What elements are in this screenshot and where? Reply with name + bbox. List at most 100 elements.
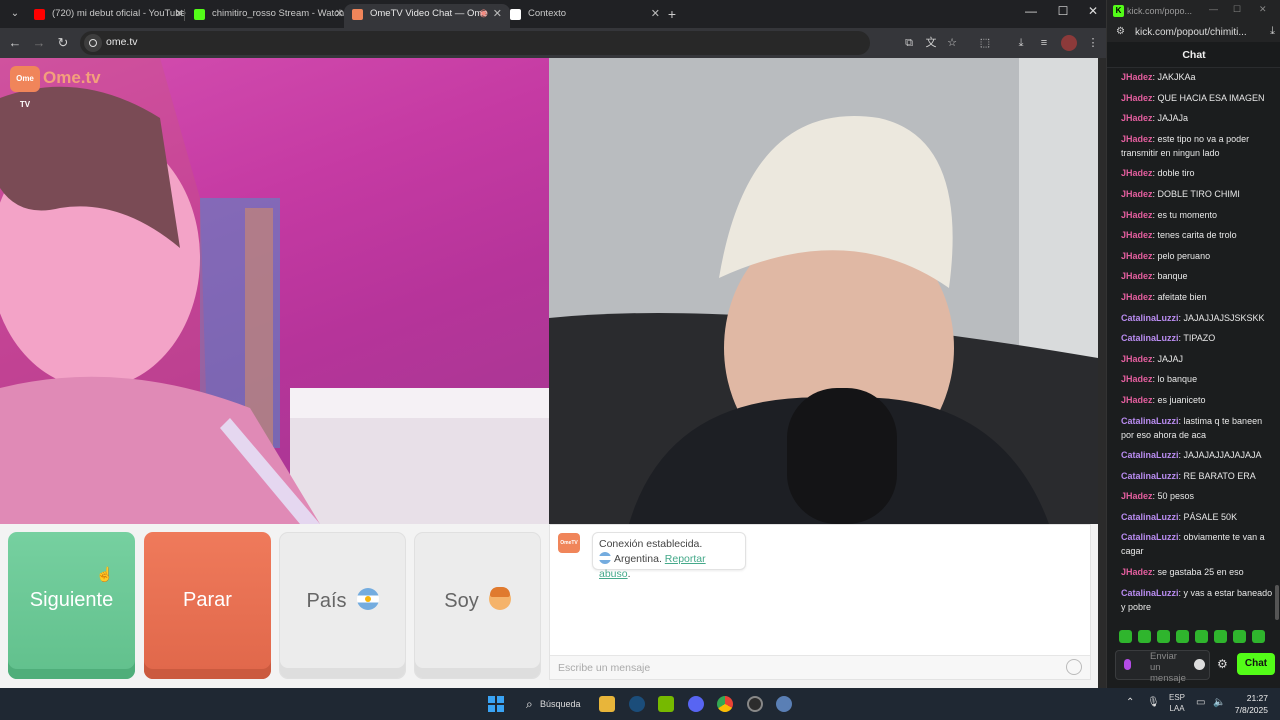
tab-kick-stream[interactable]: chimitiro_rosso Stream - Watch ✕ — [186, 4, 352, 28]
chat-username[interactable]: CatalinaLuzzi — [1121, 532, 1179, 542]
menu-icon[interactable]: ⋮ — [1085, 35, 1101, 51]
close-tab-icon[interactable]: ✕ — [335, 4, 344, 24]
chat-username[interactable]: CatalinaLuzzi — [1121, 588, 1179, 598]
reload-icon[interactable]: ↻ — [54, 34, 72, 52]
mic-icon[interactable] — [1124, 659, 1131, 670]
emote-icon[interactable] — [1176, 630, 1189, 643]
close-tab-icon[interactable]: ✕ — [493, 4, 502, 24]
chat-username[interactable]: CatalinaLuzzi — [1121, 512, 1179, 522]
emote-icon[interactable] — [1195, 630, 1208, 643]
download-icon[interactable]: ⤓ — [1013, 35, 1029, 51]
bookmark-star-icon[interactable]: ☆ — [944, 35, 960, 51]
chat-username[interactable]: JHadez — [1121, 93, 1153, 103]
chrome-icon[interactable] — [717, 696, 733, 712]
chat-message: CatalinaLuzzi: JAJAJJAJSJSKSKK — [1121, 311, 1273, 325]
chat-username[interactable]: JHadez — [1121, 354, 1153, 364]
close-window-icon[interactable]: ✕ — [1078, 4, 1108, 18]
logo-badge: Ome TV — [10, 66, 40, 109]
obs-icon[interactable] — [747, 696, 763, 712]
site-info-icon[interactable] — [84, 34, 102, 52]
chat-username[interactable]: JHadez — [1121, 134, 1153, 144]
chat-settings-icon[interactable]: ⚙ — [1217, 657, 1228, 671]
discord-icon[interactable] — [688, 696, 704, 712]
chat-username[interactable]: JHadez — [1121, 395, 1153, 405]
chat-message: CatalinaLuzzi: y vas a estar baneado y p… — [1121, 586, 1273, 614]
tab-youtube[interactable]: (720) mi debut oficial - YouTube ✕ — [26, 4, 192, 28]
stop-button[interactable]: Parar — [144, 532, 271, 679]
volume-icon[interactable]: 🔈 — [1213, 697, 1225, 708]
tab-search-icon[interactable]: ⌄ — [6, 5, 24, 23]
chat-text: JAJAJ — [1157, 353, 1184, 364]
close-tab-icon[interactable]: ✕ — [175, 4, 184, 24]
chat-username[interactable]: JHadez — [1121, 292, 1153, 302]
maximize-icon[interactable]: ☐ — [1233, 4, 1241, 15]
tab-ometv[interactable]: OmeTV Video Chat — Ome ◉ ✕ — [344, 4, 510, 28]
close-tab-icon[interactable]: ✕ — [651, 4, 660, 24]
windows-start-icon[interactable] — [488, 696, 504, 712]
input-language[interactable]: ESP LAA — [1169, 692, 1185, 714]
new-tab-icon[interactable]: + — [664, 5, 680, 23]
country-button[interactable]: País — [279, 532, 406, 679]
chat-username[interactable]: CatalinaLuzzi — [1121, 333, 1179, 343]
chat-username[interactable]: JHadez — [1121, 210, 1153, 220]
chat-input[interactable]: Enviar un mensaje — [1115, 650, 1210, 684]
partner-video: Ome TV Ome.tv — [0, 58, 549, 524]
file-explorer-icon[interactable] — [599, 696, 615, 712]
emoji-icon[interactable] — [1066, 659, 1082, 675]
gender-button[interactable]: Soy — [414, 532, 541, 679]
chat-send-button[interactable]: Chat — [1237, 653, 1275, 675]
emote-icon[interactable] — [1252, 630, 1265, 643]
chat-username[interactable]: JHadez — [1121, 72, 1153, 82]
maximize-icon[interactable]: ☐ — [1048, 4, 1078, 18]
tab-contexto[interactable]: Contexto ✕ — [502, 4, 668, 28]
address-bar[interactable]: ome.tv — [80, 31, 870, 55]
chat-username[interactable]: JHadez — [1121, 567, 1153, 577]
chat-username[interactable]: JHadez — [1121, 189, 1153, 199]
emote-icon[interactable] — [1119, 630, 1132, 643]
network-icon[interactable]: ▭ — [1196, 697, 1205, 708]
url-text[interactable]: ome.tv — [106, 36, 138, 48]
settings-gear-icon[interactable] — [776, 696, 792, 712]
chat-username[interactable]: JHadez — [1121, 374, 1153, 384]
chat-header: Chat — [1107, 42, 1280, 68]
chat-username[interactable]: JHadez — [1121, 168, 1153, 178]
profile-avatar-icon[interactable] — [1061, 35, 1077, 51]
system-clock[interactable]: 21:27 7/8/2025 — [1228, 692, 1268, 716]
forward-icon[interactable]: → — [30, 34, 48, 52]
message-input[interactable]: Escribe un mensaje — [550, 655, 1090, 679]
chat-username[interactable]: CatalinaLuzzi — [1121, 471, 1179, 481]
close-window-icon[interactable]: ✕ — [1259, 4, 1267, 15]
back-icon[interactable]: ← — [6, 34, 24, 52]
minimize-icon[interactable]: — — [1016, 4, 1046, 18]
steam-icon[interactable] — [629, 696, 645, 712]
emote-icon[interactable] — [1214, 630, 1227, 643]
media-control-icon[interactable]: ≡ — [1036, 35, 1052, 51]
chat-username[interactable]: JHadez — [1121, 271, 1153, 281]
chat-username[interactable]: CatalinaLuzzi — [1121, 450, 1179, 460]
nvidia-icon[interactable] — [658, 696, 674, 712]
translate-icon[interactable]: 文 — [923, 35, 939, 51]
chat-username[interactable]: JHadez — [1121, 230, 1153, 240]
download-icon[interactable]: ⤓ — [1270, 25, 1275, 38]
page-scrollbar[interactable] — [1098, 58, 1106, 688]
microphone-icon[interactable]: 🎙 — [1147, 697, 1160, 708]
chat-username[interactable]: JHadez — [1121, 251, 1153, 261]
chat-username[interactable]: CatalinaLuzzi — [1121, 416, 1179, 426]
emote-icon[interactable] — [1157, 630, 1170, 643]
minimize-icon[interactable]: — — [1209, 4, 1218, 14]
taskbar-search[interactable]: Búsqueda — [520, 695, 584, 713]
emoji-icon[interactable] — [1194, 659, 1205, 670]
kick-favicon-icon — [194, 9, 205, 20]
cast-icon[interactable]: ⧉ — [901, 35, 917, 51]
site-settings-icon[interactable]: ⚙ — [1116, 26, 1125, 37]
show-hidden-icons-icon[interactable]: ⌃ — [1126, 697, 1134, 708]
chat-username[interactable]: JHadez — [1121, 491, 1153, 501]
chat-message: CatalinaLuzzi: JAJAJAJJAJAJAJA — [1121, 448, 1273, 462]
emote-icon[interactable] — [1138, 630, 1151, 643]
chat-username[interactable]: CatalinaLuzzi — [1121, 313, 1179, 323]
next-button[interactable]: Siguiente — [8, 532, 135, 679]
chat-scrollbar[interactable] — [1275, 70, 1280, 620]
extensions-icon[interactable]: ⬚ — [977, 35, 993, 51]
emote-icon[interactable] — [1233, 630, 1246, 643]
chat-username[interactable]: JHadez — [1121, 113, 1153, 123]
